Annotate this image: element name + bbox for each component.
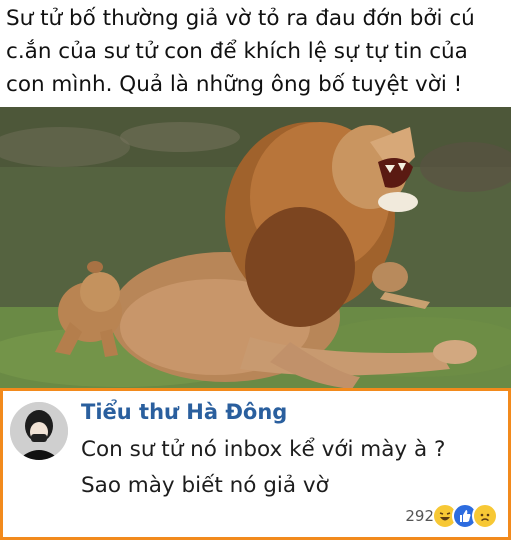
caption-line: con mình. Quả là những ông bố tuyệt vời … — [6, 72, 463, 97]
sad-icon — [472, 503, 498, 529]
comment-line: Con sư tử nó inbox kể với mày à ? — [81, 437, 446, 462]
comment-line: Sao mày biết nó giả vờ — [81, 473, 329, 498]
comment-text: Con sư tử nó inbox kể với mày à ? Sao mà… — [81, 432, 445, 504]
lion-photo — [0, 107, 511, 388]
post-caption: Sư tử bố thường giả vờ tỏ ra đau đớn bởi… — [6, 2, 506, 101]
reactions-summary[interactable]: 292 — [405, 503, 498, 529]
meme-post: Sư tử bố thường giả vờ tỏ ra đau đớn bởi… — [0, 0, 511, 540]
caption-line: c.ắn của sư tử con để khích lệ sự tự tin… — [6, 39, 468, 64]
comment-author[interactable]: Tiểu thư Hà Đông — [81, 400, 287, 424]
comment-card: Tiểu thư Hà Đông Con sư tử nó inbox kể v… — [0, 388, 511, 540]
caption-line: Sư tử bố thường giả vờ tỏ ra đau đớn bởi… — [6, 6, 475, 31]
reaction-count: 292 — [405, 507, 434, 525]
avatar[interactable] — [10, 402, 68, 460]
